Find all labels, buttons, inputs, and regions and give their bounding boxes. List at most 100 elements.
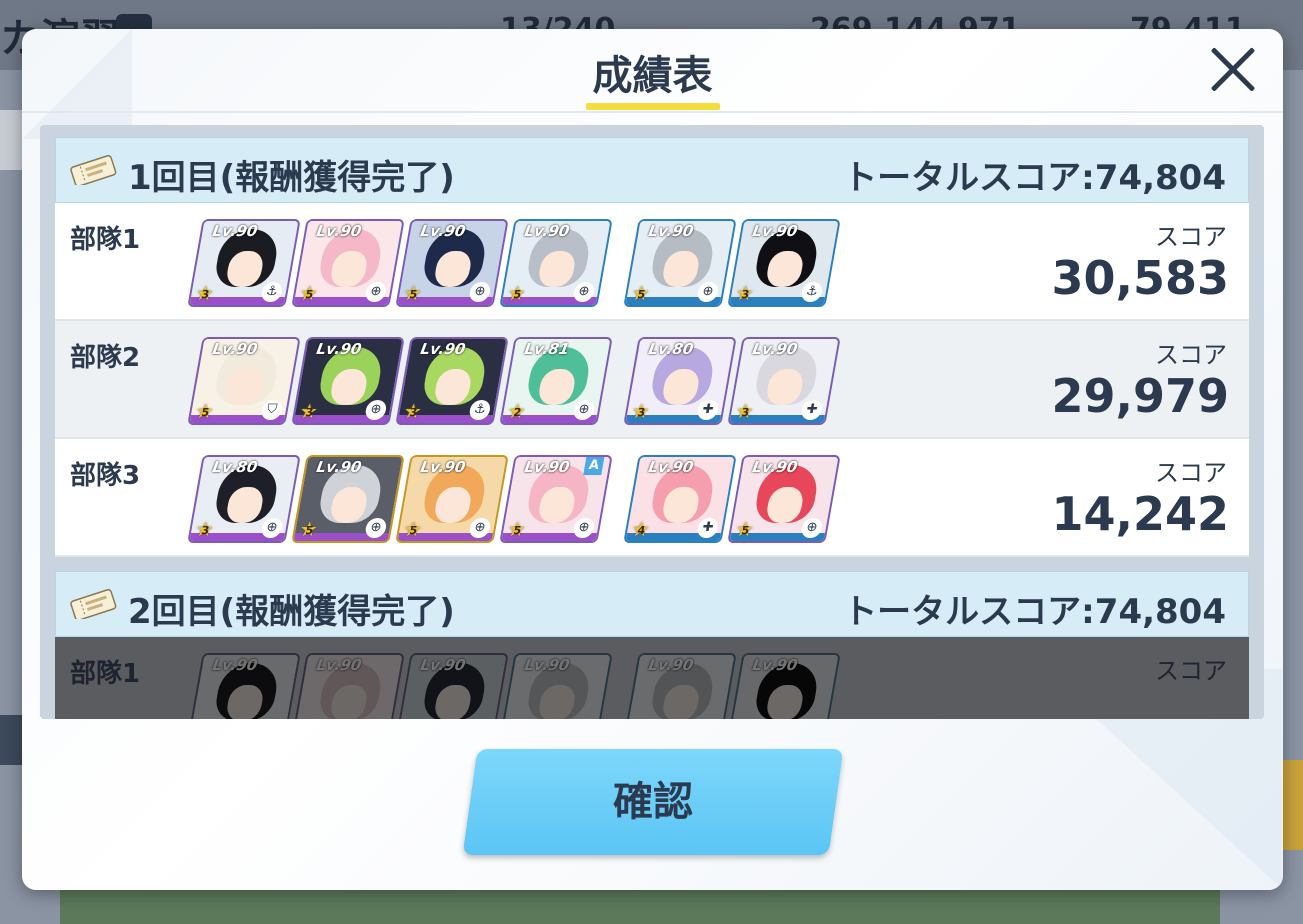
level-label: Lv.90 <box>647 458 695 476</box>
star-icon: ★ 5 <box>297 517 320 541</box>
star-count: 5 <box>740 524 751 537</box>
star-icon: ★ 5 <box>193 399 216 423</box>
level-label: Lv.90 <box>211 340 259 358</box>
star-count: 5 <box>408 524 419 537</box>
results-list[interactable]: 1回目(報酬獲得完了) トータルスコア:74,804 部隊1 スコア 30,583 Lv.… <box>40 125 1264 719</box>
star-icon: ★ 3 <box>629 399 652 423</box>
star-icon: ★ 2 <box>505 399 528 423</box>
student-card[interactable]: Lv.90 <box>395 653 509 719</box>
star-icon: ★ 5 <box>629 281 652 305</box>
star-icon: ★ 5 <box>401 517 424 541</box>
star-count: 5 <box>512 524 523 537</box>
score-label: スコア <box>1155 657 1227 685</box>
student-card[interactable]: Lv.80 ★ 3 ✚ <box>623 337 737 425</box>
student-card[interactable]: Lv.90 ★ 5 ⊕ <box>499 219 613 307</box>
student-card[interactable]: Lv.90 ★ 5 ⛉ <box>187 337 301 425</box>
squad-row: 部隊1 スコア 30,583 Lv.90 ★ 3 ⚓ Lv.90 ★ 5 ⊕ Lv.90 ★ 5 ⊕ Lv.9… <box>55 203 1249 321</box>
star-count: 3 <box>200 288 211 301</box>
student-card[interactable]: Lv.90 <box>727 653 841 719</box>
student-card[interactable]: Lv.90 ★ 5 ⊕ <box>395 455 509 543</box>
level-label: Lv.90 <box>751 340 799 358</box>
star-count: 3 <box>740 288 751 301</box>
confirm-button[interactable] <box>462 749 844 855</box>
student-card[interactable]: Lv.81 ★ 2 ⊕ <box>499 337 613 425</box>
assist-tag: A <box>583 457 605 475</box>
star-icon: ★ 3 <box>733 281 756 305</box>
star-icon: ★ 3 <box>297 399 320 423</box>
student-card[interactable]: Lv.90 ★ 3 ⊕ <box>291 337 405 425</box>
star-icon: ★ 3 <box>193 281 216 305</box>
modal-title: 成績表 <box>592 53 713 99</box>
star-count: 3 <box>636 406 647 419</box>
star-count: 5 <box>408 288 419 301</box>
student-card[interactable]: Lv.90 ★ 5 ⊕ <box>727 455 841 543</box>
run-header: 1回目(報酬獲得完了) トータルスコア:74,804 <box>55 137 1249 203</box>
squad-row: 部隊2 スコア 29,979 Lv.90 ★ 5 ⛉ Lv.90 ★ 3 ⊕ Lv.90 ★ 3 ⚓ Lv.8… <box>55 321 1249 439</box>
ticket-icon <box>70 155 117 185</box>
score-value: 14,242 <box>1051 487 1229 541</box>
student-card[interactable]: Lv.90 ★ 5 ⊕ <box>395 219 509 307</box>
level-label: Lv.90 <box>751 656 799 674</box>
level-label: Lv.90 <box>315 458 363 476</box>
star-count: 5 <box>304 524 315 537</box>
squad-name: 部隊1 <box>70 225 141 255</box>
star-count: 5 <box>200 406 211 419</box>
level-label: Lv.90 <box>211 656 259 674</box>
score-label: スコア <box>1155 341 1227 369</box>
level-label: Lv.90 <box>523 656 571 674</box>
star-icon: ★ 3 <box>733 399 756 423</box>
student-card[interactable]: Lv.90 <box>499 653 613 719</box>
star-icon: ★ 3 <box>401 399 424 423</box>
student-card[interactable]: Lv.90 ★ 5 ⊕ <box>291 455 405 543</box>
star-icon: ★ 5 <box>505 517 528 541</box>
score-value: 30,583 <box>1051 251 1229 305</box>
student-card[interactable]: Lv.90 ★ 3 ✚ <box>727 337 841 425</box>
level-label: Lv.90 <box>211 222 259 240</box>
star-count: 3 <box>200 524 211 537</box>
level-label: Lv.90 <box>419 656 467 674</box>
level-label: Lv.90 <box>419 340 467 358</box>
run-total-score: トータルスコア:74,804 <box>843 158 1226 198</box>
title-underline <box>586 103 720 110</box>
score-value: 29,979 <box>1051 369 1229 423</box>
run-label: 1回目(報酬獲得完了) <box>128 158 455 198</box>
level-label: Lv.80 <box>647 340 695 358</box>
level-label: Lv.90 <box>751 458 799 476</box>
ticket-icon <box>70 589 117 619</box>
star-icon: ★ 3 <box>193 517 216 541</box>
run-label: 2回目(報酬獲得完了) <box>128 592 455 632</box>
student-card[interactable]: Lv.80 ★ 3 ⊕ <box>187 455 301 543</box>
star-icon: ★ 4 <box>629 517 652 541</box>
student-card[interactable]: Lv.90 ★ 5 ⊕ <box>623 219 737 307</box>
star-count: 5 <box>512 288 523 301</box>
student-card[interactable]: Lv.90 ★ 5 ⊕ A <box>499 455 613 543</box>
student-card[interactable]: Lv.90 ★ 3 ⚓ <box>727 219 841 307</box>
star-count: 4 <box>636 524 647 537</box>
squad-name: 部隊2 <box>70 343 141 373</box>
level-label: Lv.90 <box>419 222 467 240</box>
level-label: Lv.90 <box>523 458 571 476</box>
student-card[interactable]: Lv.90 <box>623 653 737 719</box>
level-label: Lv.90 <box>523 222 571 240</box>
star-count: 3 <box>304 406 315 419</box>
run-total-score: トータルスコア:74,804 <box>843 592 1226 632</box>
results-list-content: 1回目(報酬獲得完了) トータルスコア:74,804 部隊1 スコア 30,583 Lv.… <box>55 137 1249 719</box>
scoreboard-modal: 成績表 1回目(報酬獲得完了) トータルスコア:74,804 部隊1 スコア 30,58… <box>22 29 1283 890</box>
star-icon: ★ 5 <box>297 281 320 305</box>
squad-row: 部隊3 スコア 14,242 Lv.80 ★ 3 ⊕ Lv.90 ★ 5 ⊕ Lv.90 ★ 5 ⊕ Lv.9… <box>55 439 1249 557</box>
star-icon: ★ 5 <box>733 517 756 541</box>
student-card[interactable]: Lv.90 ★ 3 ⚓ <box>187 219 301 307</box>
run-header: 2回目(報酬獲得完了) トータルスコア:74,804 <box>55 571 1249 637</box>
student-card[interactable]: Lv.90 ★ 5 ⊕ <box>291 219 405 307</box>
squad-name: 部隊3 <box>70 461 141 491</box>
star-icon: ★ 5 <box>401 281 424 305</box>
modal-header: 成績表 <box>22 29 1283 113</box>
close-button[interactable] <box>1208 45 1258 95</box>
student-card[interactable]: Lv.90 <box>187 653 301 719</box>
student-card[interactable]: Lv.90 ★ 3 ⚓ <box>395 337 509 425</box>
star-count: 5 <box>636 288 647 301</box>
student-card[interactable]: Lv.90 ★ 4 ✚ <box>623 455 737 543</box>
student-card[interactable]: Lv.90 <box>291 653 405 719</box>
squad-row: 部隊1 スコア Lv.90 Lv.90 Lv.90 Lv.90 Lv.90 Lv.90 <box>55 637 1249 719</box>
level-label: Lv.90 <box>315 222 363 240</box>
